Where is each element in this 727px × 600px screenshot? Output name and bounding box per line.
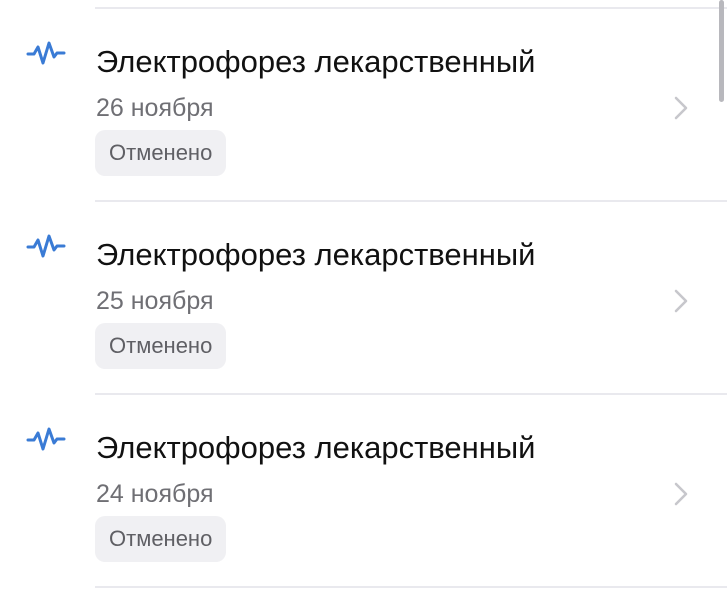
item-date: 26 ноября bbox=[96, 94, 214, 122]
list-item[interactable]: Электрофорез лекарственный 25 ноября Отм… bbox=[0, 202, 727, 395]
list-divider bbox=[95, 586, 727, 588]
waveform-icon bbox=[26, 427, 66, 451]
item-title: Электрофорез лекарственный bbox=[96, 237, 536, 272]
list-item[interactable]: Электрофорез лекарственный 24 ноября Отм… bbox=[0, 395, 727, 588]
status-badge: Отменено bbox=[95, 323, 227, 369]
appointments-screen: Электрофорез лекарственный 26 ноября Отм… bbox=[0, 0, 727, 600]
item-date: 25 ноября bbox=[96, 287, 214, 315]
waveform-icon bbox=[26, 41, 66, 65]
status-badge: Отменено bbox=[95, 130, 227, 176]
item-title: Электрофорез лекарственный bbox=[96, 430, 536, 465]
list-item[interactable]: Электрофорез лекарственный 26 ноября Отм… bbox=[0, 9, 727, 202]
chevron-right-icon bbox=[674, 96, 688, 120]
item-date: 24 ноября bbox=[96, 480, 214, 508]
chevron-right-icon bbox=[674, 289, 688, 313]
status-badge: Отменено bbox=[95, 516, 227, 562]
appointments-list: Электрофорез лекарственный 26 ноября Отм… bbox=[0, 9, 727, 588]
item-title: Электрофорез лекарственный bbox=[96, 44, 536, 79]
waveform-icon bbox=[26, 234, 66, 258]
chevron-right-icon bbox=[674, 482, 688, 506]
